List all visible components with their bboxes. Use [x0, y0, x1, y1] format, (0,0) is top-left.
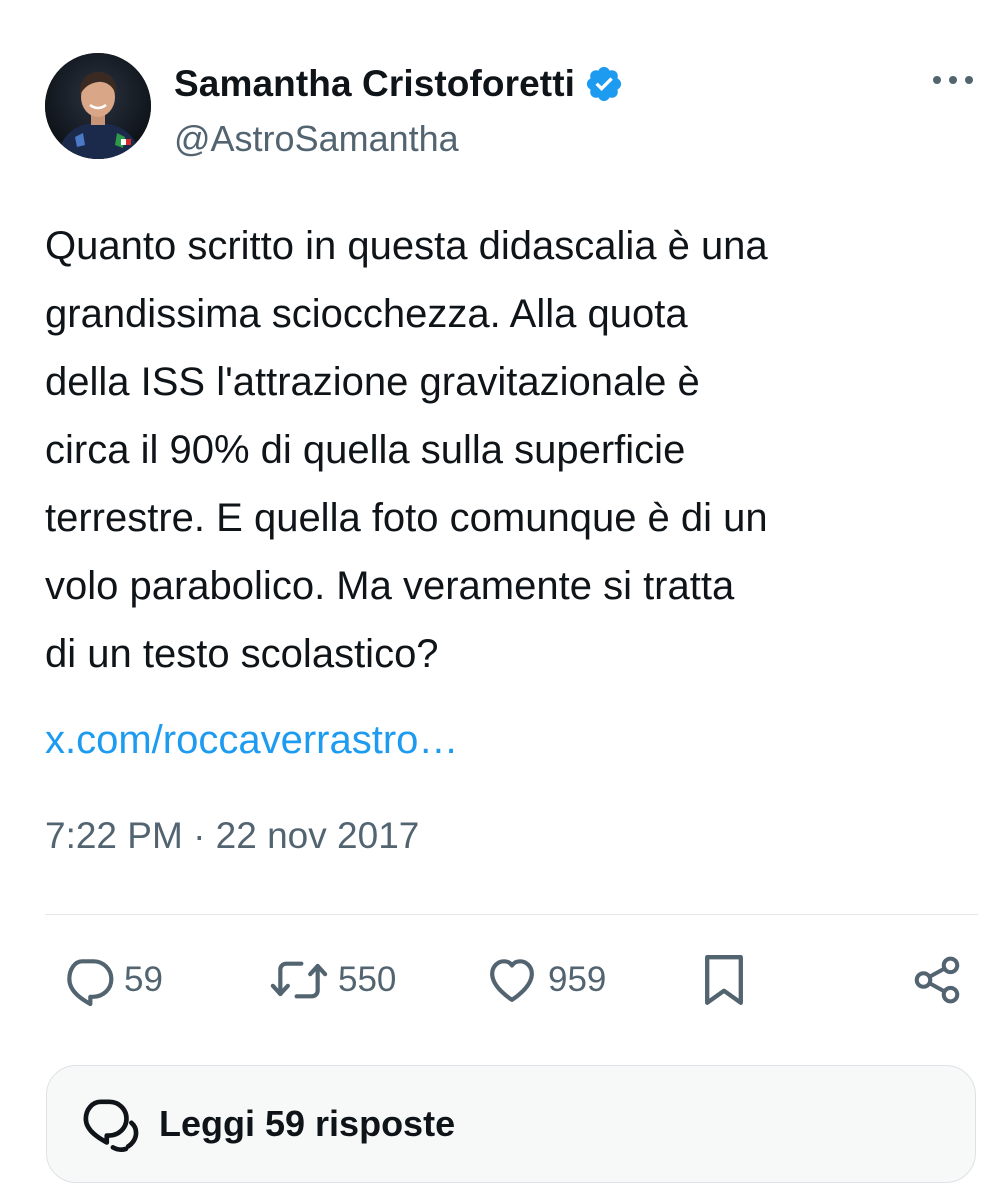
- author-avatar[interactable]: [45, 53, 151, 159]
- tweet-text: Quanto scritto in questa didascalia è un…: [45, 224, 768, 676]
- heart-icon: [490, 959, 534, 1002]
- retweet-icon: [270, 961, 328, 999]
- bookmark-button[interactable]: [700, 950, 748, 1010]
- reply-bubble-icon: [67, 959, 114, 1007]
- share-icon: [914, 956, 960, 1004]
- more-options-button[interactable]: [928, 60, 978, 100]
- author-handle[interactable]: @AstroSamantha: [174, 118, 459, 160]
- like-button[interactable]: 959: [484, 950, 606, 1010]
- tweet-link[interactable]: x.com/roccaverrastro…: [45, 706, 458, 774]
- read-replies-button[interactable]: Leggi 59 risposte: [46, 1065, 976, 1183]
- read-replies-label: Leggi 59 risposte: [159, 1103, 456, 1144]
- bookmark-icon: [705, 955, 743, 1005]
- more-dots-icon: [933, 76, 973, 84]
- share-button[interactable]: [910, 950, 964, 1010]
- retweet-button[interactable]: 550: [268, 950, 396, 1010]
- like-count: 959: [548, 960, 607, 999]
- tweet-card: Samantha Cristoforetti @AstroSamantha Qu…: [0, 0, 1004, 1200]
- divider: [45, 914, 978, 915]
- avatar-photo-icon: [45, 53, 151, 159]
- retweet-count: 550: [338, 960, 397, 999]
- author-display-name[interactable]: Samantha Cristoforetti: [174, 63, 575, 105]
- conversation-icon: [73, 1089, 143, 1159]
- reply-count: 59: [124, 960, 163, 999]
- tweet-timestamp[interactable]: 7:22 PM · 22 nov 2017: [45, 815, 419, 857]
- author-name-row[interactable]: Samantha Cristoforetti: [174, 58, 625, 110]
- reply-button[interactable]: 59: [60, 950, 163, 1010]
- verified-badge-icon: [583, 63, 625, 105]
